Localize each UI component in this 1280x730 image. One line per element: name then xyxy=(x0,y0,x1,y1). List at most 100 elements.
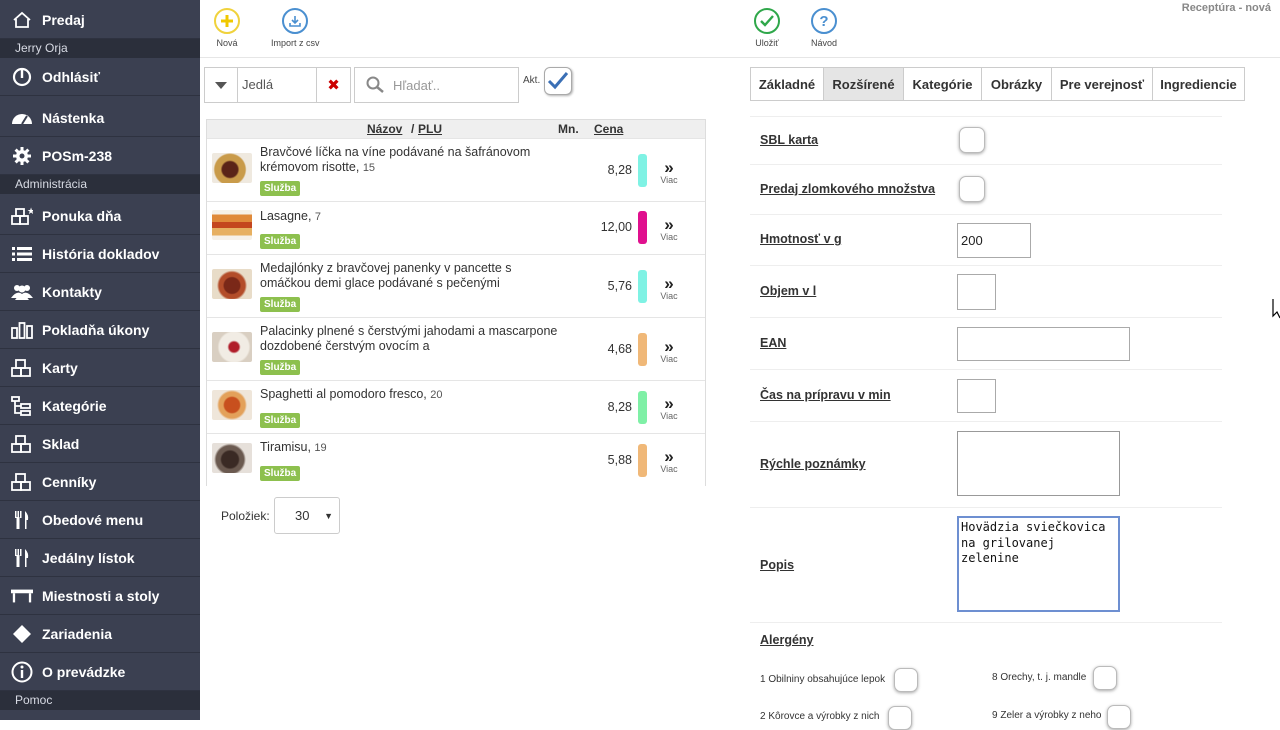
description-textarea[interactable]: Hovädzia sviečkovica na grilovanej zelen… xyxy=(957,516,1120,612)
form-row-fraction: Predaj zlomkového množstva xyxy=(750,164,1222,214)
mouse-cursor-icon xyxy=(1272,299,1280,319)
sidebar-item-label: História dokladov xyxy=(42,245,160,262)
page-title: Receptúra - nová xyxy=(1181,2,1271,14)
tab-basic[interactable]: Základné xyxy=(750,67,824,101)
allergen-label: 8 Orechy, t. j. mandle xyxy=(992,672,1087,683)
product-name: Lasagne xyxy=(260,209,308,223)
volume-input[interactable] xyxy=(957,274,996,310)
sidebar-item-daily-offer[interactable]: ★ Ponuka dňa xyxy=(0,197,200,235)
double-chevron-icon: » xyxy=(664,447,674,466)
search-input[interactable]: Hľadať.. xyxy=(354,67,519,103)
new-button[interactable]: Nová xyxy=(214,8,240,48)
more-button[interactable]: » Viac xyxy=(657,338,681,364)
sidebar-item-history[interactable]: História dokladov xyxy=(0,235,200,273)
tree-icon xyxy=(11,395,33,416)
product-plu: 7 xyxy=(314,211,322,223)
color-indicator xyxy=(638,154,647,187)
tab-ingredients[interactable]: Ingrediencie xyxy=(1152,67,1245,101)
sidebar-item-predaj[interactable]: Predaj xyxy=(0,1,200,39)
help-button[interactable]: ? Návod xyxy=(811,8,837,48)
table-row[interactable]: Lasagne, 7 Služba 12,00 » Viac xyxy=(207,201,705,254)
table-row[interactable]: Medajlónky z bravčovej panenky v pancett… xyxy=(207,254,705,317)
quick-notes-textarea[interactable] xyxy=(957,431,1120,496)
table-icon xyxy=(11,588,33,604)
allergen-checkbox[interactable] xyxy=(1107,705,1131,729)
form-row-volume: Objem v l xyxy=(750,265,1222,317)
sidebar-item-register[interactable]: Pokladňa úkony xyxy=(0,311,200,349)
more-button[interactable]: » Viac xyxy=(657,395,681,421)
table-row[interactable]: Tiramisu, 19 Služba 5,88 » Viac xyxy=(207,433,705,486)
sidebar-item-contacts[interactable]: Kontakty xyxy=(0,273,200,311)
import-csv-button[interactable]: Import z csv xyxy=(271,8,320,48)
save-button[interactable]: Uložiť xyxy=(754,8,780,48)
prep-time-label: Čas na prípravu v min xyxy=(760,388,891,402)
tab-images[interactable]: Obrázky xyxy=(981,67,1052,101)
sort-by-price-header[interactable]: Cena xyxy=(594,122,623,136)
sidebar-item-about[interactable]: O prevádzke xyxy=(0,653,200,691)
power-icon xyxy=(11,67,33,87)
ean-input[interactable] xyxy=(957,327,1130,361)
product-thumbnail xyxy=(212,390,252,420)
product-price: 5,88 xyxy=(607,453,632,467)
blocks-icon xyxy=(11,358,33,377)
allergen-checkbox[interactable] xyxy=(888,706,912,730)
category-select[interactable]: Jedlá xyxy=(237,67,317,103)
sidebar-item-devices[interactable]: Zariadenia xyxy=(0,615,200,653)
info-icon xyxy=(11,661,33,683)
help-button-label: Návod xyxy=(811,38,838,48)
sidebar-item-pos[interactable]: POSm-238 xyxy=(0,137,200,175)
list-icon xyxy=(11,246,33,262)
sidebar-item-categories[interactable]: Kategórie xyxy=(0,387,200,425)
clear-category-button[interactable]: ✖ xyxy=(316,67,351,103)
sort-by-plu-header[interactable]: PLU xyxy=(418,122,442,136)
tab-public[interactable]: Pre verejnosť xyxy=(1051,67,1153,101)
per-page-label: Položiek: xyxy=(221,509,270,523)
form-row-description: Popis Hovädzia sviečkovica na grilovanej… xyxy=(750,507,1222,622)
sidebar-item-dashboard[interactable]: Nástenka xyxy=(0,99,200,137)
product-thumbnail xyxy=(212,153,252,183)
product-thumbnail xyxy=(212,210,252,240)
more-button[interactable]: » Viac xyxy=(657,447,681,474)
category-dropdown-toggle[interactable] xyxy=(204,67,238,103)
product-price: 5,76 xyxy=(607,279,632,293)
sidebar-item-logout[interactable]: Odhlásiť xyxy=(0,58,200,96)
weight-input[interactable]: 200 xyxy=(957,223,1031,258)
type-badge: Služba xyxy=(260,181,301,196)
table-row[interactable]: Palacinky plnené s čerstvými jahodami a … xyxy=(207,317,705,380)
sidebar-item-stock[interactable]: Sklad xyxy=(0,425,200,463)
caret-down-icon xyxy=(215,81,227,89)
sidebar-item-label: Miestnosti a stoly xyxy=(42,587,160,604)
product-name: Tiramisu xyxy=(260,440,308,454)
allergen-checkbox[interactable] xyxy=(1093,666,1117,690)
more-button[interactable]: » Viac xyxy=(657,275,681,301)
more-label: Viac xyxy=(660,291,678,301)
tab-categories[interactable]: Kategórie xyxy=(903,67,982,101)
more-button[interactable]: » Viac xyxy=(657,216,681,242)
sidebar-item-menu[interactable]: Jedálny lístok xyxy=(0,539,200,577)
description-label: Popis xyxy=(760,558,795,572)
sidebar-item-label: POSm-238 xyxy=(42,147,113,164)
sidebar-item-label: Obedové menu xyxy=(42,511,144,528)
sidebar-item-cards[interactable]: Karty xyxy=(0,349,200,387)
form-row-weight: Hmotnosť v g 200 xyxy=(750,214,1222,265)
per-page-select[interactable]: 30 ▼ xyxy=(274,497,340,534)
tab-extended[interactable]: Rozšírené xyxy=(823,67,904,101)
prep-time-input[interactable] xyxy=(957,379,996,413)
fraction-sale-checkbox[interactable] xyxy=(959,176,985,202)
toolbar: Nová Import z csv Uložiť ? Návod Receptú… xyxy=(200,0,1280,58)
sidebar-item-pricelists[interactable]: Cenníky xyxy=(0,463,200,501)
sidebar-item-label: Jedálny lístok xyxy=(42,549,135,566)
sbl-card-checkbox[interactable] xyxy=(959,127,985,153)
product-name: Medajlónky z bravčovej panenky v pancett… xyxy=(260,261,512,290)
sidebar-item-label: Ponuka dňa xyxy=(42,207,122,224)
sidebar-item-lunch-menu[interactable]: Obedové menu xyxy=(0,501,200,539)
more-button[interactable]: » Viac xyxy=(657,159,681,185)
sort-by-name-header[interactable]: Názov xyxy=(367,122,402,136)
table-row[interactable]: Spaghetti al pomodoro fresco, 20 Služba … xyxy=(207,380,705,433)
table-row[interactable]: Bravčové líčka na víne podávané na šafrá… xyxy=(207,138,705,201)
more-label: Viac xyxy=(660,232,678,242)
allergen-checkbox[interactable] xyxy=(894,668,918,692)
sidebar-item-rooms[interactable]: Miestnosti a stoly xyxy=(0,577,200,615)
quick-notes-label: Rýchle poznámky xyxy=(760,457,866,471)
active-filter-checkbox[interactable] xyxy=(544,67,572,95)
